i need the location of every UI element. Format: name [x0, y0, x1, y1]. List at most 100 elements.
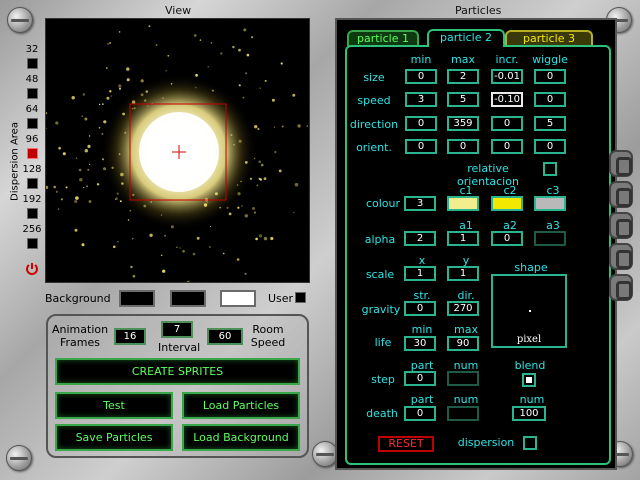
load-background-button[interactable]: Load Background — [182, 424, 300, 451]
dispersion-option-label: 32 — [25, 44, 39, 55]
room-speed-input[interactable]: 60 — [207, 328, 243, 345]
frames-label: Animation Frames — [52, 323, 109, 349]
dispersion-option-192[interactable] — [27, 208, 38, 219]
chain-link-icon — [609, 243, 633, 270]
colour-swatch-1[interactable] — [447, 196, 479, 211]
death-label: death — [366, 407, 398, 420]
test-button[interactable]: Test — [55, 392, 173, 419]
tab-particle-3[interactable]: particle 3 — [505, 30, 593, 46]
scale-x-field[interactable]: 1 — [404, 266, 436, 281]
dispersion-option-label: 256 — [22, 224, 42, 235]
blend-checkbox[interactable] — [522, 373, 536, 387]
view-title: View — [165, 4, 192, 17]
row-0-field-3[interactable]: 0 — [534, 69, 566, 84]
step-num-field[interactable] — [447, 371, 479, 386]
preview-canvas[interactable] — [45, 18, 310, 283]
row-1-field-1[interactable]: 5 — [447, 92, 479, 107]
dispersion-option-32[interactable] — [27, 58, 38, 69]
death-num-field[interactable] — [447, 406, 479, 421]
gravity-strength-field[interactable]: 0 — [404, 301, 436, 316]
row-3-field-3[interactable]: 0 — [534, 139, 566, 154]
row-label-2: direction — [349, 118, 399, 131]
screw-icon — [6, 445, 32, 471]
scale-y-field[interactable]: 1 — [447, 266, 479, 281]
shape-label: shape — [514, 261, 548, 274]
row-1-field-0[interactable]: 3 — [405, 92, 437, 107]
scale-label: scale — [365, 268, 395, 281]
create-sprites-button[interactable]: CREATE SPRITES — [55, 358, 300, 385]
death-header-1: num — [453, 393, 479, 406]
shape-selector[interactable]: pixel — [491, 274, 567, 348]
colour-swatch-2[interactable] — [491, 196, 523, 211]
save-particles-button[interactable]: Save Particles — [55, 424, 173, 451]
row-3-field-1[interactable]: 0 — [447, 139, 479, 154]
row-0-field-0[interactable]: 0 — [405, 69, 437, 84]
row-1-field-2[interactable]: -0.10 — [491, 92, 523, 107]
dispersion-option-48[interactable] — [27, 88, 38, 99]
death-count-field[interactable]: 100 — [512, 406, 546, 421]
gravity-label: gravity — [361, 303, 401, 316]
row-0-field-2[interactable]: -0.01 — [491, 69, 523, 84]
dispersion-option-label: 48 — [25, 74, 39, 85]
alpha-a3-field[interactable] — [534, 231, 566, 246]
load-particles-button[interactable]: Load Particles — [182, 392, 300, 419]
dispersion-option-label: 128 — [22, 164, 42, 175]
row-0-field-1[interactable]: 2 — [447, 69, 479, 84]
colour-swatch-3[interactable] — [534, 196, 566, 211]
step-label: step — [371, 373, 395, 386]
dispersion-option-128[interactable] — [27, 178, 38, 189]
death-part-field[interactable]: 0 — [404, 406, 436, 421]
screw-icon — [7, 7, 33, 33]
alpha-a2-field[interactable]: 0 — [491, 231, 523, 246]
pixel-shape-icon — [529, 310, 531, 312]
dispersion-option-label: 192 — [22, 194, 42, 205]
life-label: life — [374, 336, 392, 349]
death-header-0: part — [410, 393, 434, 406]
life-min-field[interactable]: 30 — [404, 336, 436, 351]
power-icon[interactable] — [25, 262, 39, 276]
dispersion-option-96[interactable] — [27, 148, 38, 159]
dispersion-label: dispersion — [457, 436, 515, 449]
dispersion-area-label: Dispersion Area — [9, 122, 21, 201]
death-header-2: num — [519, 393, 545, 406]
dispersion-option-label: 96 — [25, 134, 39, 145]
row-2-field-1[interactable]: 359 — [447, 116, 479, 131]
gravity-direction-field[interactable]: 270 — [447, 301, 479, 316]
particle-preview — [46, 25, 309, 282]
tab-particle-2[interactable]: particle 2 — [427, 29, 505, 47]
row-3-field-0[interactable]: 0 — [405, 139, 437, 154]
tab-particle-1[interactable]: particle 1 — [347, 30, 419, 46]
row-3-field-2[interactable]: 0 — [491, 139, 523, 154]
column-header-1: max — [451, 53, 475, 66]
life-header-1: max — [454, 323, 478, 336]
background-color-2[interactable] — [170, 290, 206, 307]
checkbox-check-icon — [526, 377, 532, 383]
row-label-0: size — [363, 71, 385, 84]
background-color-3[interactable] — [220, 290, 256, 307]
alpha-count-field[interactable]: 2 — [404, 231, 436, 246]
user-background-toggle[interactable] — [295, 292, 306, 303]
dispersion-option-64[interactable] — [27, 118, 38, 129]
step-part-field[interactable]: 0 — [404, 371, 436, 386]
life-max-field[interactable]: 90 — [447, 336, 479, 351]
frames-input[interactable]: 16 — [114, 328, 146, 345]
row-label-1: speed — [357, 94, 391, 107]
alpha-a1-field[interactable]: 1 — [447, 231, 479, 246]
relative-orientation-checkbox[interactable] — [543, 162, 557, 176]
background-color-1[interactable] — [119, 290, 155, 307]
room-speed-label: Room Speed — [250, 323, 286, 349]
chain-link-icon — [609, 274, 633, 301]
particles-title: Particles — [455, 4, 502, 17]
dispersion-option-256[interactable] — [27, 238, 38, 249]
reset-button[interactable]: RESET — [378, 436, 434, 452]
row-label-3: orient. — [356, 141, 392, 154]
shape-name: pixel — [516, 334, 542, 345]
row-2-field-2[interactable]: 0 — [491, 116, 523, 131]
row-2-field-3[interactable]: 5 — [534, 116, 566, 131]
interval-input[interactable]: 7 — [161, 321, 193, 338]
row-2-field-0[interactable]: 0 — [405, 116, 437, 131]
colour-count-field[interactable]: 3 — [404, 196, 436, 211]
dispersion-checkbox[interactable] — [523, 436, 537, 450]
chain-link-icon — [609, 181, 633, 208]
row-1-field-3[interactable]: 0 — [534, 92, 566, 107]
